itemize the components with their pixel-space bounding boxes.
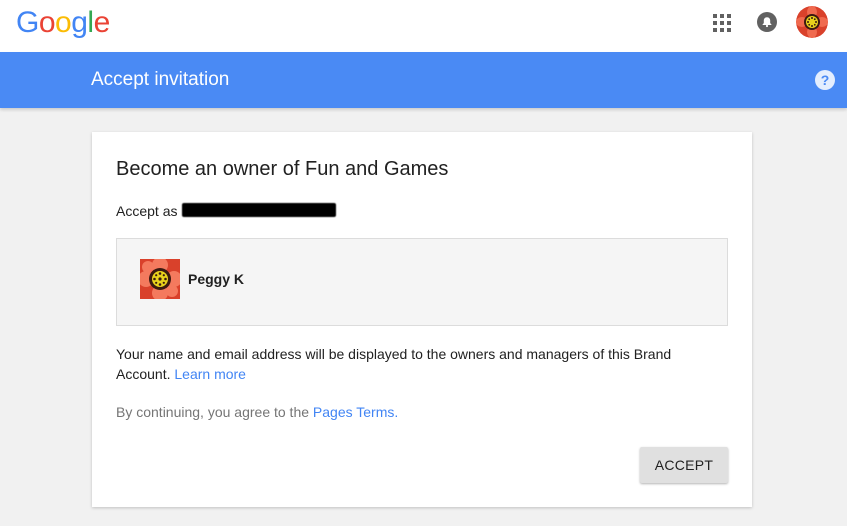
terms-suffix: . [394,404,399,420]
apps-grid-icon[interactable] [713,14,731,32]
google-logo[interactable]: Google [16,5,110,41]
accept-button[interactable]: ACCEPT [640,447,728,483]
svg-text:?: ? [821,72,830,88]
notifications-bell-icon[interactable] [757,12,777,32]
redacted-email [182,203,336,217]
page-header-bar: Accept invitation ? [0,52,847,108]
pages-terms-link[interactable]: Pages Terms [313,404,394,420]
account-name: Peggy K [188,271,245,287]
logo-letter: o [38,6,56,39]
invitation-card: Become an owner of Fun and Games Accept … [92,132,752,507]
flower-avatar-image [796,6,828,38]
account-avatar[interactable] [796,6,828,38]
accept-as-label: Accept as [116,203,178,219]
account-avatar-image [140,259,180,299]
top-bar: Google [0,0,847,52]
account-option[interactable]: Peggy K [116,238,728,326]
page-title: Accept invitation [91,69,230,90]
logo-letter: e [93,6,111,39]
logo-letter: G [16,6,39,39]
learn-more-link[interactable]: Learn more [174,366,246,382]
info-text: Your name and email address will be disp… [116,344,716,384]
card-title: Become an owner of Fun and Games [116,158,449,180]
help-icon[interactable]: ? [815,70,835,90]
logo-letter: o [55,6,72,39]
terms-prefix: By continuing, you agree to the [116,404,310,420]
terms-text: By continuing, you agree to the Pages Te… [116,402,398,422]
logo-letter: g [71,6,88,39]
flower-image [140,259,180,299]
